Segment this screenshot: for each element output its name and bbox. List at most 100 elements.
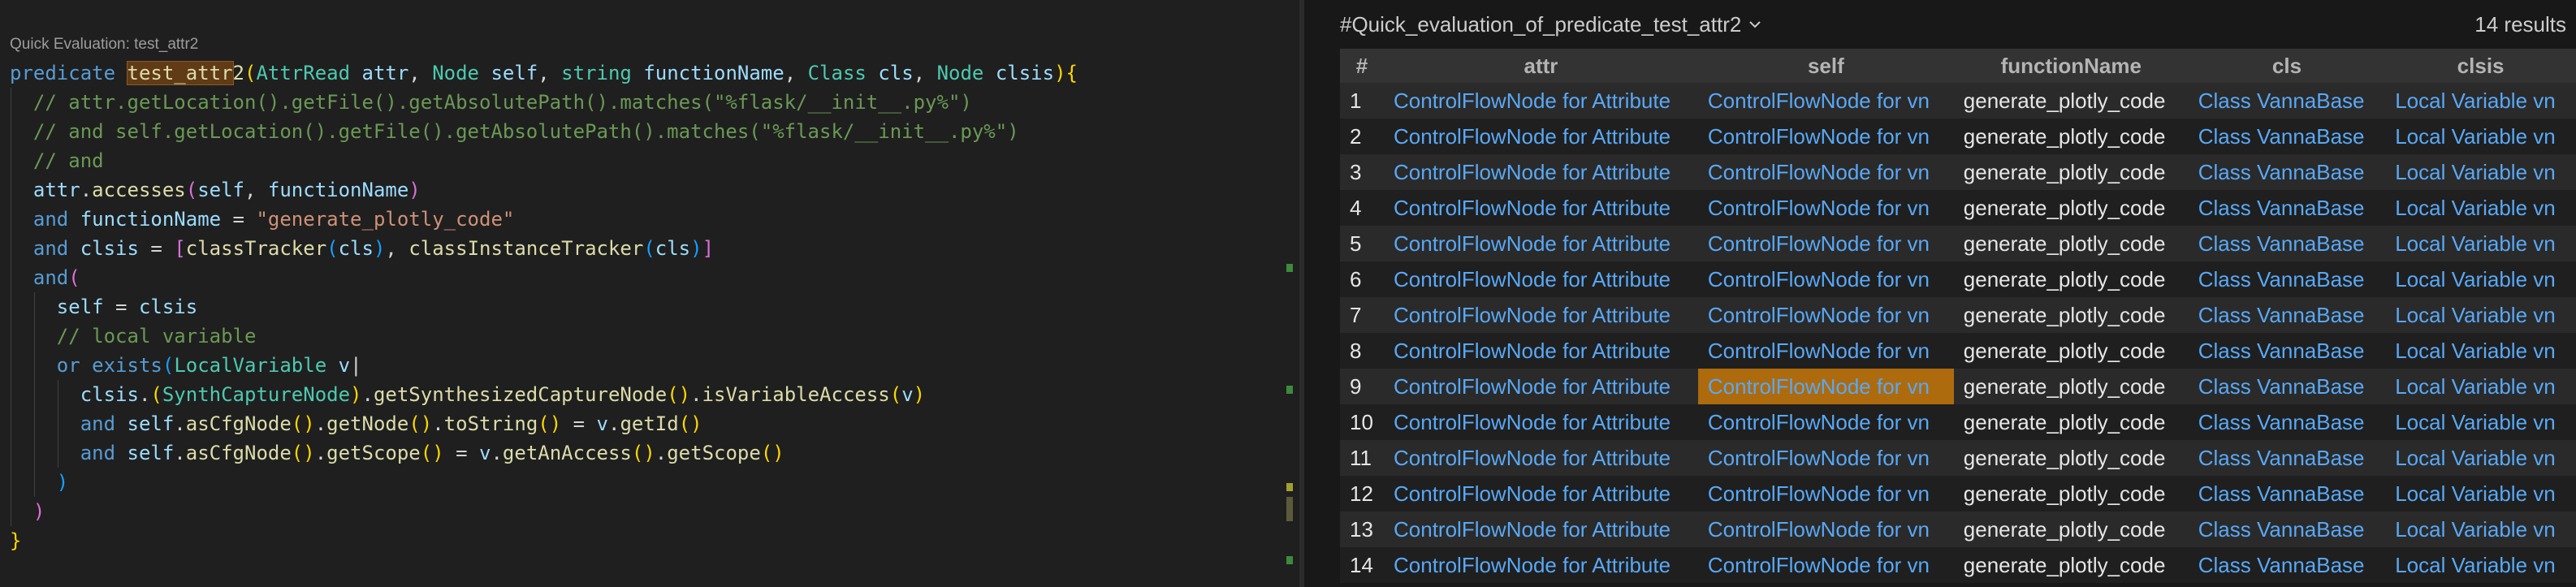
clsis-cell[interactable]: Local Variable vn — [2385, 190, 2576, 226]
table-row[interactable]: 2 ControlFlowNode for Attribute ControlFlo… — [1340, 119, 2576, 154]
cls-cell[interactable]: Class VannaBase — [2188, 119, 2386, 154]
cls-cell[interactable]: Class VannaBase — [2188, 404, 2386, 440]
code-line[interactable]: // and self.getLocation().getFile().getA… — [10, 117, 1078, 146]
code-line[interactable]: and clsis = [classTracker(cls), classIns… — [10, 234, 1078, 263]
table-row[interactable]: 10 ControlFlowNode for Attribute ControlFl… — [1340, 404, 2576, 440]
self-cell[interactable]: ControlFlowNode for vn — [1697, 404, 1954, 440]
clsis-cell[interactable]: Local Variable vn — [2385, 369, 2576, 404]
clsis-cell[interactable]: Local Variable vn — [2385, 119, 2576, 154]
code-token: self — [127, 442, 175, 464]
attr-cell[interactable]: ControlFlowNode for Attribute — [1384, 476, 1698, 511]
cls-cell[interactable]: Class VannaBase — [2188, 333, 2386, 369]
attr-cell[interactable]: ControlFlowNode for Attribute — [1384, 226, 1698, 261]
self-cell[interactable]: ControlFlowNode for vn — [1697, 297, 1954, 333]
cls-cell[interactable]: Class VannaBase — [2188, 261, 2386, 297]
attr-cell[interactable]: ControlFlowNode for Attribute — [1384, 261, 1698, 297]
attr-cell[interactable]: ControlFlowNode for Attribute — [1384, 547, 1698, 583]
column-header[interactable]: clsis — [2385, 49, 2576, 83]
attr-cell[interactable]: ControlFlowNode for Attribute — [1384, 333, 1698, 369]
attr-cell[interactable]: ControlFlowNode for Attribute — [1384, 190, 1698, 226]
code-line[interactable]: or exists(LocalVariable v| — [10, 351, 1078, 380]
table-row[interactable]: 8 ControlFlowNode for Attribute ControlFlo… — [1340, 333, 2576, 369]
attr-cell[interactable]: ControlFlowNode for Attribute — [1384, 404, 1698, 440]
code-line[interactable]: and( — [10, 263, 1078, 292]
column-header[interactable]: # — [1340, 49, 1384, 83]
clsis-cell[interactable]: Local Variable vn — [2385, 261, 2576, 297]
code-line[interactable]: and self.asCfgNode().getScope() = v.getA… — [10, 438, 1078, 468]
clsis-cell[interactable]: Local Variable vn — [2385, 226, 2576, 261]
cls-cell[interactable]: Class VannaBase — [2188, 476, 2386, 511]
self-cell[interactable]: ControlFlowNode for vn — [1697, 261, 1954, 297]
code-token: getId — [620, 412, 679, 435]
table-row[interactable]: 4 ControlFlowNode for Attribute ControlFlo… — [1340, 190, 2576, 226]
self-cell[interactable]: ControlFlowNode for vn — [1697, 333, 1954, 369]
column-header[interactable]: attr — [1384, 49, 1698, 83]
code-line[interactable]: self = clsis — [10, 292, 1078, 322]
attr-cell[interactable]: ControlFlowNode for Attribute — [1384, 83, 1698, 119]
self-cell[interactable]: ControlFlowNode for vn — [1697, 190, 1954, 226]
clsis-cell[interactable]: Local Variable vn — [2385, 476, 2576, 511]
code-line[interactable]: // local variable — [10, 322, 1078, 351]
clsis-cell[interactable]: Local Variable vn — [2385, 297, 2576, 333]
code-lines[interactable]: predicate test_attr2(AttrRead attr, Node… — [10, 58, 1078, 555]
self-cell[interactable]: ControlFlowNode for vn — [1697, 119, 1954, 154]
code-line[interactable]: // and — [10, 146, 1078, 175]
quick-evaluation-codelens[interactable]: Quick Evaluation: test_attr2 — [10, 36, 198, 54]
attr-cell[interactable]: ControlFlowNode for Attribute — [1384, 440, 1698, 476]
code-line[interactable]: // attr.getLocation().getFile().getAbsol… — [10, 88, 1078, 117]
self-cell[interactable]: ControlFlowNode for vn — [1697, 369, 1954, 404]
cls-cell[interactable]: Class VannaBase — [2188, 369, 2386, 404]
table-row[interactable]: 7 ControlFlowNode for Attribute ControlFlo… — [1340, 297, 2576, 333]
table-row[interactable]: 1 ControlFlowNode for Attribute ControlFlo… — [1340, 83, 2576, 119]
code-line[interactable]: predicate test_attr2(AttrRead attr, Node… — [10, 58, 1078, 88]
code-line[interactable]: attr.accesses(self, functionName) — [10, 175, 1078, 205]
clsis-cell[interactable]: Local Variable vn — [2385, 333, 2576, 369]
column-header[interactable]: self — [1697, 49, 1954, 83]
self-cell[interactable]: ControlFlowNode for vn — [1697, 226, 1954, 261]
code-line[interactable]: } — [10, 526, 1078, 555]
cls-cell[interactable]: Class VannaBase — [2188, 190, 2386, 226]
table-row[interactable]: 9 ControlFlowNode for Attribute ControlFlo… — [1340, 369, 2576, 404]
self-cell[interactable]: ControlFlowNode for vn — [1697, 154, 1954, 190]
code-editor[interactable]: Quick Evaluation: test_attr2 predicate t… — [0, 0, 1299, 587]
clsis-cell[interactable]: Local Variable vn — [2385, 511, 2576, 547]
cls-cell[interactable]: Class VannaBase — [2188, 511, 2386, 547]
attr-cell[interactable]: ControlFlowNode for Attribute — [1384, 369, 1698, 404]
column-header[interactable]: functionName — [1953, 49, 2189, 83]
table-row[interactable]: 6 ControlFlowNode for Attribute ControlFlo… — [1340, 261, 2576, 297]
table-row[interactable]: 14 ControlFlowNode for Attribute ControlFl… — [1340, 547, 2576, 583]
code-line[interactable]: and self.asCfgNode().getNode().toString(… — [10, 409, 1078, 438]
table-row[interactable]: 5 ControlFlowNode for Attribute ControlFlo… — [1340, 226, 2576, 261]
code-line[interactable]: and functionName = "generate_plotly_code… — [10, 205, 1078, 234]
cls-cell[interactable]: Class VannaBase — [2188, 83, 2386, 119]
clsis-cell[interactable]: Local Variable vn — [2385, 404, 2576, 440]
column-header[interactable]: cls — [2188, 49, 2386, 83]
table-row[interactable]: 3 ControlFlowNode for Attribute ControlFlo… — [1340, 154, 2576, 190]
clsis-cell[interactable]: Local Variable vn — [2385, 83, 2576, 119]
result-set-dropdown[interactable]: #Quick_evaluation_of_predicate_test_attr… — [1340, 8, 1762, 41]
self-cell[interactable]: ControlFlowNode for vn — [1697, 83, 1954, 119]
code-line[interactable]: clsis.(SynthCaptureNode).getSynthesizedC… — [10, 380, 1078, 409]
code-line[interactable]: ) — [10, 497, 1078, 526]
clsis-cell[interactable]: Local Variable vn — [2385, 547, 2576, 583]
table-row[interactable]: 13 ControlFlowNode for Attribute ControlFl… — [1340, 511, 2576, 547]
attr-cell[interactable]: ControlFlowNode for Attribute — [1384, 297, 1698, 333]
self-cell[interactable]: ControlFlowNode for vn — [1697, 440, 1954, 476]
self-cell[interactable]: ControlFlowNode for vn — [1697, 511, 1954, 547]
attr-cell[interactable]: ControlFlowNode for Attribute — [1384, 119, 1698, 154]
attr-cell[interactable]: ControlFlowNode for Attribute — [1384, 154, 1698, 190]
cls-cell[interactable]: Class VannaBase — [2188, 297, 2386, 333]
clsis-cell[interactable]: Local Variable vn — [2385, 154, 2576, 190]
cls-cell[interactable]: Class VannaBase — [2188, 226, 2386, 261]
cls-cell[interactable]: Class VannaBase — [2188, 547, 2386, 583]
code-line[interactable]: ) — [10, 468, 1078, 497]
code-token: and — [32, 266, 69, 289]
clsis-cell[interactable]: Local Variable vn — [2385, 440, 2576, 476]
cls-cell[interactable]: Class VannaBase — [2188, 154, 2386, 190]
table-row[interactable]: 11 ControlFlowNode for Attribute ControlFl… — [1340, 440, 2576, 476]
cls-cell[interactable]: Class VannaBase — [2188, 440, 2386, 476]
self-cell[interactable]: ControlFlowNode for vn — [1697, 476, 1954, 511]
table-row[interactable]: 12 ControlFlowNode for Attribute ControlFl… — [1340, 476, 2576, 511]
attr-cell[interactable]: ControlFlowNode for Attribute — [1384, 511, 1698, 547]
self-cell[interactable]: ControlFlowNode for vn — [1697, 547, 1954, 583]
